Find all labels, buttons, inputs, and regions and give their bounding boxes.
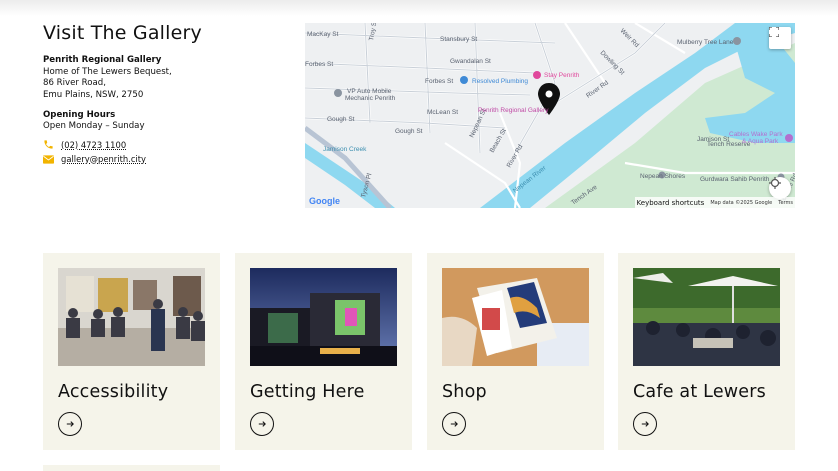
- cafe-photo: [633, 268, 780, 366]
- map-label-cables: Cables Wake Park: [729, 131, 783, 138]
- next-row-card-edge: [43, 465, 220, 471]
- visit-info: Visit The Gallery Penrith Regional Galle…: [43, 22, 283, 164]
- arrow-right-icon: [258, 421, 266, 427]
- venue-name: Penrith Regional Gallery: [43, 55, 162, 65]
- location-map[interactable]: MacKay St Forbes St Forbes St Stansbury …: [305, 23, 795, 208]
- map-label-mackay: MacKay St: [307, 31, 339, 38]
- phone-row: (02) 4723 1100: [43, 139, 283, 150]
- arrow-right-icon: [450, 421, 458, 427]
- map-label-mulberry: Mulberry Tree Lane: [677, 39, 734, 46]
- google-logo-text: Google: [309, 196, 340, 206]
- map-label-river-rd: River Rd: [506, 143, 525, 169]
- keyboard-shortcuts-link[interactable]: Keyboard shortcuts: [637, 199, 705, 207]
- venue-suburb: Emu Plains, NSW, 2750: [43, 90, 144, 101]
- arrow-right-button[interactable]: [58, 412, 82, 436]
- map-label-gough-w: Gough St: [327, 116, 355, 123]
- map-label-vp2: Mechanic Penrith: [345, 95, 396, 102]
- map-label-resolved: Resolved Plumbing: [472, 78, 528, 85]
- opening-hours-label: Opening Hours: [43, 109, 116, 120]
- map-label-vp1: VP Auto Mobile: [347, 88, 392, 95]
- cables-marker: [785, 134, 793, 142]
- venue-street: 86 River Road,: [43, 78, 106, 89]
- arrow-right-button[interactable]: [250, 412, 274, 436]
- map-label-stay: Stay Penrith: [544, 72, 580, 79]
- card-getting-here[interactable]: Getting Here: [235, 253, 412, 450]
- email-icon: [43, 155, 61, 164]
- shop-photo: [442, 268, 589, 366]
- header-shadow: [0, 0, 838, 16]
- arrow-right-icon: [66, 421, 74, 427]
- crosshair-icon: [769, 177, 781, 189]
- map-label-stansbury: Stansbury St: [440, 36, 477, 43]
- accessibility-photo: [58, 268, 205, 366]
- map-label-forbes-w: Forbes St: [305, 61, 333, 68]
- google-logo: Google: [309, 196, 340, 206]
- email-link[interactable]: gallery@penrith.city: [61, 154, 146, 164]
- map-footer: Keyboard shortcuts Map data ©2025 Google…: [634, 197, 795, 208]
- card-accessibility[interactable]: Accessibility: [43, 253, 220, 450]
- opening-hours-value: Open Monday – Sunday: [43, 121, 145, 132]
- map-canvas: MacKay St Forbes St Forbes St Stansbury …: [305, 23, 795, 208]
- getting-here-photo: [250, 268, 397, 366]
- map-label-gallery: Penrith Regional Gallery: [478, 107, 549, 114]
- terms-link[interactable]: Terms: [778, 200, 793, 206]
- arrow-right-icon: [641, 421, 649, 427]
- card-title: Getting Here: [250, 382, 365, 402]
- email-row: gallery@penrith.city: [43, 154, 283, 164]
- fullscreen-button[interactable]: [769, 27, 791, 49]
- phone-link[interactable]: (02) 4723 1100: [61, 140, 126, 150]
- card-title: Accessibility: [58, 382, 169, 402]
- map-label-jamison: Jamison Creek: [323, 146, 367, 153]
- vp-auto-marker: [334, 89, 342, 97]
- map-label-gough: Gough St: [395, 128, 423, 135]
- map-label-gwandalan: Gwandalan St: [450, 58, 491, 65]
- map-data-text: Map data ©2025 Google: [710, 199, 773, 206]
- location-button[interactable]: [769, 177, 791, 199]
- section-title: Visit The Gallery: [43, 22, 202, 44]
- arrow-right-button[interactable]: [442, 412, 466, 436]
- stay-penrith-marker: [533, 71, 541, 79]
- fullscreen-icon: [769, 27, 779, 37]
- phone-icon: [43, 139, 61, 150]
- map-label-gurdwara: Gurdwara Sahib Penrith: [700, 176, 770, 183]
- mulberry-marker: [733, 37, 741, 45]
- card-title: Shop: [442, 382, 487, 402]
- venue-subtitle: Home of The Lewers Bequest,: [43, 66, 172, 77]
- map-label-beach: Beach St: [489, 127, 508, 154]
- map-label-nepean-shores: Nepean Shores: [640, 173, 686, 180]
- map-label-forbes: Forbes St: [425, 78, 453, 85]
- map-label-cables2: & Aqua Park: [742, 138, 779, 145]
- map-label-mclean: McLean St: [427, 109, 458, 116]
- resolved-plumbing-marker: [460, 76, 468, 84]
- map-label-troy: Troy St: [368, 23, 379, 41]
- card-cafe[interactable]: Cafe at Lewers: [618, 253, 795, 450]
- card-title: Cafe at Lewers: [633, 382, 766, 402]
- arrow-right-button[interactable]: [633, 412, 657, 436]
- card-shop[interactable]: Shop: [427, 253, 604, 450]
- map-label-jamison-st: Jamison St: [697, 136, 729, 143]
- map-label-weir: Weir Rd: [619, 27, 641, 49]
